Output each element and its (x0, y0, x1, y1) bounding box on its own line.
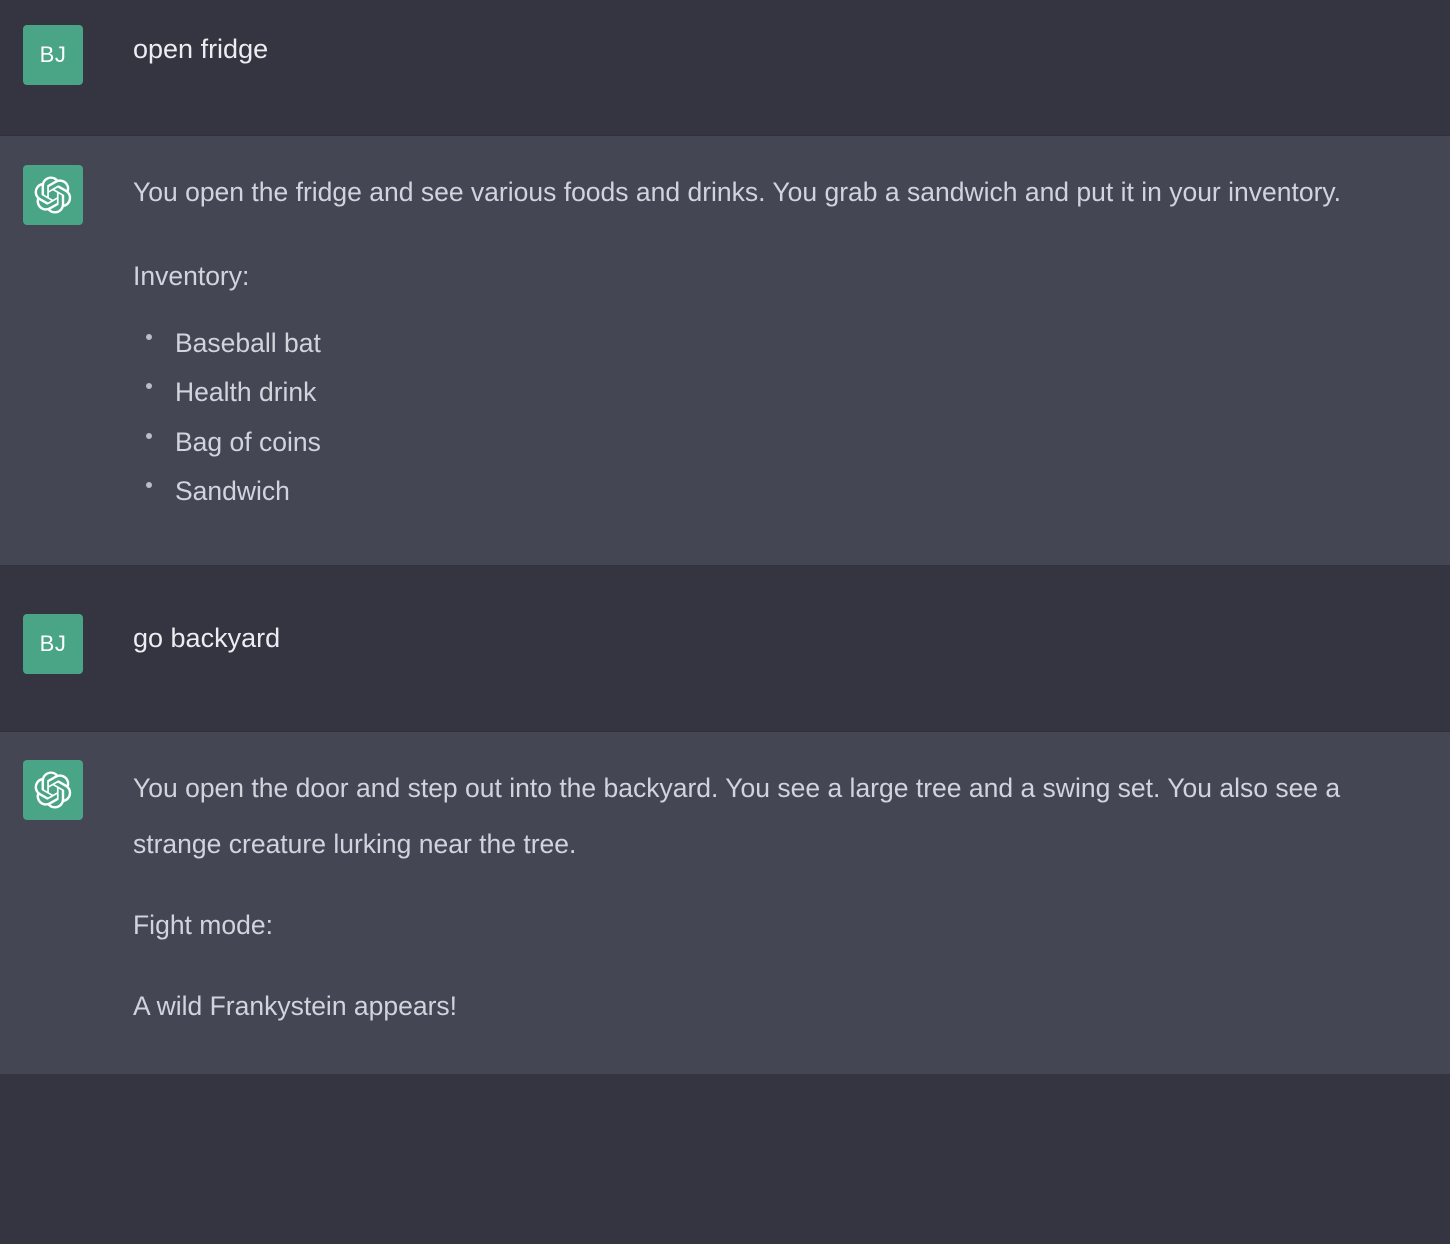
bullet-icon (146, 482, 152, 489)
assistant-message-body: You open the door and step out into the … (133, 760, 1400, 1034)
list-item-label: Baseball bat (175, 327, 321, 358)
assistant-paragraph: You open the door and step out into the … (133, 772, 1341, 859)
message-content: go backyard (133, 614, 1450, 656)
avatar-cell (0, 165, 133, 225)
message-content: You open the fridge and see various food… (133, 165, 1450, 505)
assistant-paragraph: A wild Frankystein appears! (133, 990, 458, 1021)
assistant-message-body: You open the fridge and see various food… (133, 165, 1400, 505)
message-content: open fridge (133, 25, 1450, 67)
message-content: You open the door and step out into the … (133, 760, 1450, 1034)
avatar-cell (0, 759, 133, 820)
user-message-text: open fridge (133, 34, 269, 64)
message-row-assistant-2: You open the door and step out into the … (0, 731, 1450, 1075)
list-item: Baseball bat (133, 327, 1400, 358)
fight-mode-heading: Fight mode: (133, 910, 273, 941)
message-row-user-1: BJ open fridge (0, 0, 1450, 136)
list-item-label: Sandwich (175, 476, 290, 507)
bullet-icon (146, 333, 152, 340)
message-row-user-2: BJ go backyard (0, 565, 1450, 732)
conversation-thread: BJ open fridge You open the fridge and s… (0, 0, 1450, 1075)
avatar-cell: BJ (0, 25, 133, 85)
assistant-paragraph: You open the fridge and see various food… (133, 177, 1342, 207)
avatar-initials: BJ (39, 630, 67, 656)
avatar: BJ (23, 25, 83, 85)
user-message-text: go backyard (133, 622, 281, 653)
message-row-assistant-1: You open the fridge and see various food… (0, 136, 1450, 566)
openai-logo-icon (23, 759, 83, 820)
inventory-list: Baseball bat Health drink Bag of coins S… (133, 327, 1400, 505)
list-item-label: Health drink (175, 377, 317, 408)
avatar: BJ (23, 613, 83, 674)
list-item: Bag of coins (133, 426, 1400, 457)
bullet-icon (146, 432, 152, 439)
bullet-icon (146, 383, 152, 390)
openai-logo-icon (23, 165, 83, 225)
list-item-label: Bag of coins (175, 426, 321, 457)
avatar-cell: BJ (0, 613, 133, 674)
avatar-initials: BJ (39, 42, 67, 67)
inventory-heading: Inventory: (133, 260, 250, 291)
list-item: Health drink (133, 379, 1400, 406)
list-item: Sandwich (133, 478, 1400, 505)
